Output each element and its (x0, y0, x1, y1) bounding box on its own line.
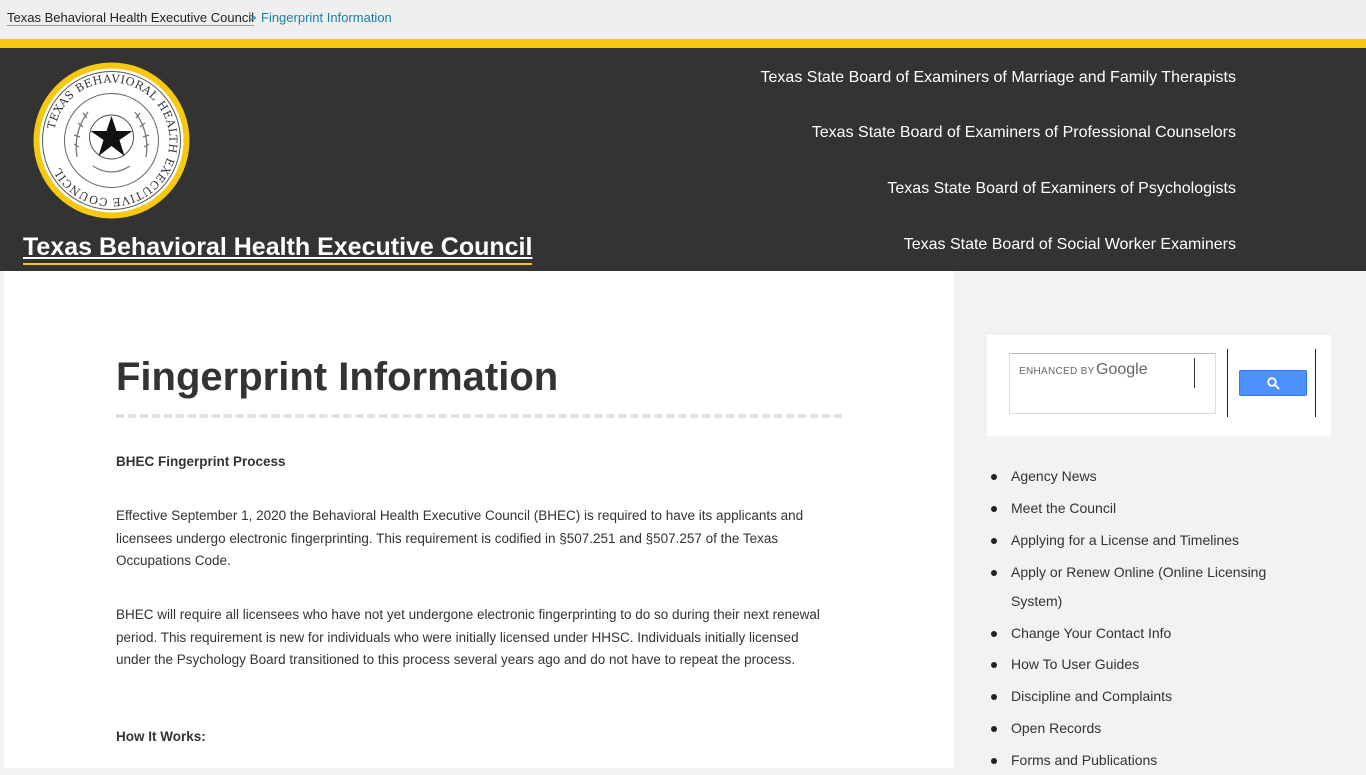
paragraph-renewal: BHEC will require all licensees who have… (116, 607, 820, 667)
sidebar-link[interactable]: Applying for a License and Timelines (1011, 526, 1281, 555)
sidebar-item-meet-the-council: Meet the Council (991, 494, 1281, 523)
sidebar-item-applying-for-license: Applying for a License and Timelines (991, 526, 1281, 555)
google-search-box: ENHANCED BY Google (987, 335, 1331, 436)
board-link-psychologists[interactable]: Texas State Board of Examiners of Psycho… (887, 179, 1236, 199)
sidebar-item-agency-news: Agency News (991, 462, 1281, 491)
sidebar-link[interactable]: Agency News (1011, 462, 1281, 491)
site-header: TEXAS BEHAVIORAL HEALTH EXECUTIVE COUNCI… (0, 48, 1366, 271)
enhanced-by-label: ENHANCED BY (1019, 366, 1095, 377)
title-divider (116, 414, 842, 418)
bullet-icon (991, 726, 997, 732)
sidebar-link[interactable]: Meet the Council (1011, 494, 1281, 523)
breadcrumb-separator: > (249, 10, 257, 25)
text-cursor (1194, 358, 1195, 388)
search-icon (1267, 377, 1280, 390)
site-title[interactable]: Texas Behavioral Health Executive Counci… (23, 233, 533, 265)
page-title: Fingerprint Information (116, 355, 559, 399)
breadcrumb: Texas Behavioral Health Executive Counci… (0, 0, 1366, 39)
main-content: Fingerprint Information BHEC Fingerprint… (4, 271, 954, 768)
texas-state-seal-icon[interactable]: TEXAS BEHAVIORAL HEALTH EXECUTIVE COUNCI… (33, 62, 190, 219)
sidebar-link[interactable]: Forms and Publications (1011, 746, 1281, 775)
google-logo: Google (1096, 361, 1148, 378)
search-divider-right (1315, 349, 1316, 417)
bullet-icon (991, 631, 997, 637)
search-divider (1227, 349, 1228, 417)
sidebar-item-apply-or-renew-online: Apply or Renew Online (Online Licensing … (991, 558, 1281, 616)
breadcrumb-home-link[interactable]: Texas Behavioral Health Executive Counci… (7, 10, 255, 26)
bullet-icon (991, 758, 997, 764)
breadcrumb-current: Fingerprint Information (261, 10, 392, 25)
header-accent-bar (0, 39, 1366, 48)
sidebar-link[interactable]: Open Records (1011, 714, 1281, 743)
seal-graphic: TEXAS BEHAVIORAL HEALTH EXECUTIVE COUNCI… (33, 62, 190, 219)
bullet-icon (991, 538, 997, 544)
sidebar-item-discipline-complaints: Discipline and Complaints (991, 682, 1281, 711)
bullet-icon (991, 506, 997, 512)
bullet-icon (991, 694, 997, 700)
sidebar-item-change-contact-info: Change Your Contact Info (991, 619, 1281, 648)
board-link-social-workers[interactable]: Texas State Board of Social Worker Exami… (904, 235, 1236, 255)
sidebar-link[interactable]: Discipline and Complaints (1011, 682, 1281, 711)
bullet-icon (991, 662, 997, 668)
sidebar-item-forms-publications: Forms and Publications (991, 746, 1281, 775)
section-heading-process: BHEC Fingerprint Process (116, 454, 286, 469)
board-link-marriage-family-therapists[interactable]: Texas State Board of Examiners of Marria… (761, 68, 1236, 88)
bullet-icon (991, 474, 997, 480)
search-input[interactable]: ENHANCED BY Google (1009, 353, 1216, 414)
search-button[interactable] (1239, 370, 1307, 396)
sidebar-item-open-records: Open Records (991, 714, 1281, 743)
sidebar-item-user-guides: How To User Guides (991, 650, 1281, 679)
board-link-professional-counselors[interactable]: Texas State Board of Examiners of Profes… (812, 123, 1236, 143)
sidebar-link[interactable]: Change Your Contact Info (1011, 619, 1281, 648)
sidebar-link[interactable]: How To User Guides (1011, 650, 1281, 679)
paragraph-effective-date: Effective September 1, 2020 the Behavior… (116, 508, 804, 568)
sidebar-link[interactable]: Apply or Renew Online (Online Licensing … (1011, 558, 1281, 616)
bullet-icon (991, 570, 997, 576)
section-heading-how-it-works: How It Works: (116, 729, 206, 744)
